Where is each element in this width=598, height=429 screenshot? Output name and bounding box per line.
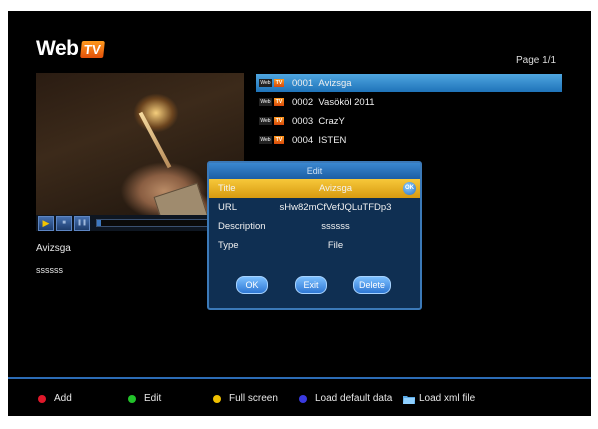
blue-button-icon	[299, 394, 307, 403]
stop-button[interactable]: ■	[56, 215, 72, 231]
channel-list: Web TV 0001 Avizsga Web TV 0002 Vasököl 20…	[256, 74, 562, 150]
channel-row[interactable]: Web TV 0003 CrazY	[256, 112, 562, 130]
pause-button[interactable]: ❚❚	[74, 215, 90, 231]
webtv-logo: Web TV	[36, 37, 105, 61]
channel-name: Vasököl 2011	[318, 96, 375, 108]
progress-fill	[97, 220, 102, 226]
channel-row[interactable]: Web TV 0004 ISTEN	[256, 131, 562, 149]
edit-label: Edit	[144, 393, 162, 404]
channel-number: 0002	[292, 96, 314, 108]
delete-button[interactable]: Delete	[353, 276, 391, 294]
load-xml-label: Load xml file	[419, 393, 476, 404]
field-label: Title	[218, 183, 236, 194]
url-field-row[interactable]: URL sHw82mCfVefJQLuTFDp3	[209, 198, 420, 217]
dialog-title: Edit	[209, 163, 420, 179]
play-button[interactable]: ▶	[38, 215, 54, 231]
pause-icon: ❚❚	[76, 220, 88, 226]
type-value: File	[327, 240, 344, 251]
video-frame-detail	[138, 111, 172, 169]
footer-legend: Add Edit Full screen Load default data L…	[8, 377, 591, 416]
type-field-row[interactable]: Type File	[209, 236, 420, 255]
add-action[interactable]: Add	[38, 393, 72, 404]
tv-icon: TV	[274, 98, 284, 106]
current-channel-name: Avizsga	[36, 243, 71, 254]
tv-screen: Web TV Page 1/1 ▶ ■ ❚❚ Avizsga ssssss We…	[8, 11, 591, 416]
tv-icon: TV	[274, 117, 284, 125]
exit-button[interactable]: Exit	[295, 276, 327, 294]
stop-icon: ■	[62, 220, 66, 226]
folder-icon	[403, 395, 415, 404]
field-label: Type	[218, 240, 239, 251]
ok-icon: OK	[403, 182, 416, 195]
channel-number: 0003	[292, 115, 314, 127]
field-label: URL	[218, 202, 238, 213]
add-label: Add	[54, 393, 72, 404]
logo-web-text: Web	[36, 37, 79, 60]
video-frame-detail	[153, 182, 209, 215]
red-button-icon	[38, 394, 46, 403]
load-default-label: Load default data	[315, 393, 393, 404]
field-label: Description	[218, 221, 266, 232]
webtv-channel-icon: Web	[259, 136, 272, 144]
tv-icon: TV	[274, 136, 284, 144]
page-indicator: Page 1/1	[516, 55, 557, 66]
channel-name: CrazY	[318, 115, 345, 127]
edit-dialog: Edit Title Avizsga OK URL sHw82mCfVefJQL…	[207, 161, 422, 310]
title-value: Avizsga	[318, 183, 353, 194]
tv-icon: TV	[274, 79, 284, 87]
description-value: ssssss	[321, 221, 350, 232]
webtv-channel-icon: Web	[259, 79, 272, 87]
channel-row[interactable]: Web TV 0002 Vasököl 2011	[256, 93, 562, 111]
yellow-button-icon	[213, 394, 221, 403]
logo-tv-badge: TV	[80, 40, 105, 58]
ok-button[interactable]: OK	[236, 276, 268, 294]
channel-number: 0004	[292, 134, 314, 146]
load-xml-action[interactable]: Load xml file	[403, 393, 475, 404]
full-screen-action[interactable]: Full screen	[213, 393, 278, 404]
webtv-channel-icon: Web	[259, 117, 272, 125]
channel-row[interactable]: Web TV 0001 Avizsga	[256, 74, 562, 92]
play-icon: ▶	[42, 217, 50, 228]
channel-number: 0001	[292, 77, 314, 89]
load-default-action[interactable]: Load default data	[299, 393, 392, 404]
description-field-row[interactable]: Description ssssss	[209, 217, 420, 236]
url-value: sHw82mCfVefJQLuTFDp3	[279, 202, 392, 213]
title-field-row[interactable]: Title Avizsga OK	[209, 179, 420, 198]
green-button-icon	[128, 394, 136, 403]
current-channel-description: ssssss	[36, 265, 63, 275]
channel-name: ISTEN	[318, 134, 347, 146]
channel-name: Avizsga	[318, 77, 352, 89]
full-screen-label: Full screen	[229, 393, 278, 404]
webtv-channel-icon: Web	[259, 98, 272, 106]
edit-action[interactable]: Edit	[128, 393, 161, 404]
